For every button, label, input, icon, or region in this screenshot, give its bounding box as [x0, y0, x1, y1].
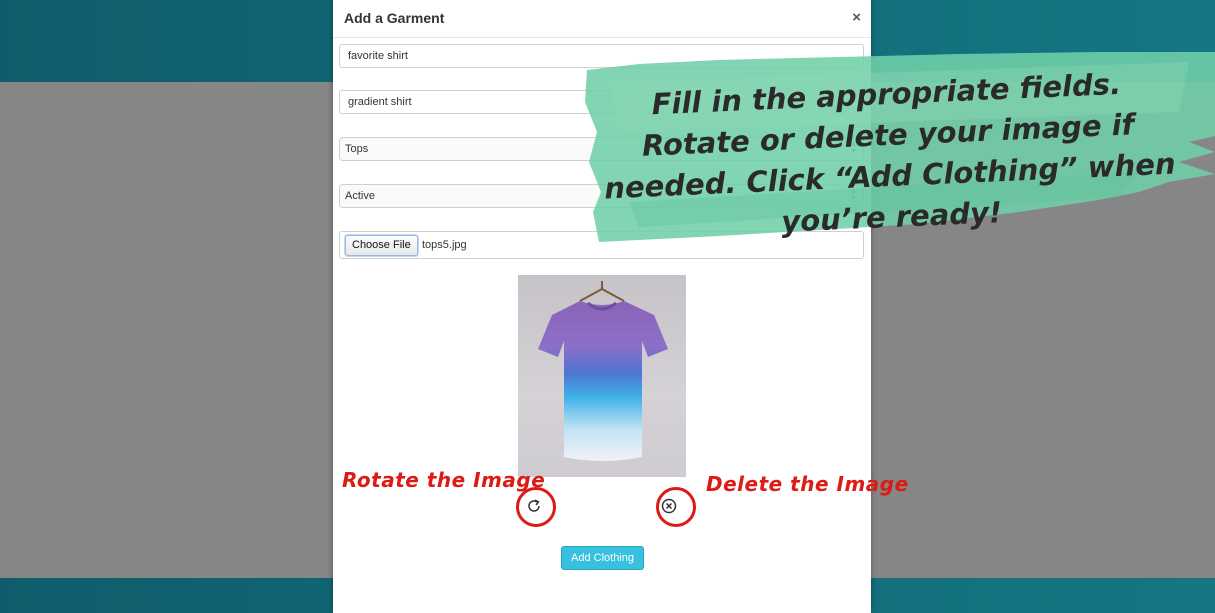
- garment-preview-image: [518, 275, 686, 477]
- file-name-label: tops5.jpg: [422, 239, 467, 251]
- close-icon[interactable]: ×: [852, 9, 861, 26]
- category-select-value: Tops: [345, 143, 369, 155]
- choose-file-button[interactable]: Choose File: [345, 235, 418, 256]
- modal-header: Add a Garment ×: [333, 0, 871, 38]
- instruction-callout: Fill in the appropriate fields. Rotate o…: [579, 52, 1215, 242]
- add-clothing-button[interactable]: Add Clothing: [561, 546, 644, 570]
- modal-title: Add a Garment: [344, 10, 445, 26]
- rotate-highlight-ring: [516, 487, 556, 527]
- tshirt-photo: [538, 281, 668, 461]
- rotate-annotation-label: Rotate the Image: [342, 468, 546, 492]
- delete-highlight-ring: [656, 487, 696, 527]
- callout-text: Fill in the appropriate fields. Rotate o…: [603, 66, 1177, 239]
- delete-annotation-label: Delete the Image: [706, 472, 909, 496]
- status-select-value: Active: [345, 190, 375, 202]
